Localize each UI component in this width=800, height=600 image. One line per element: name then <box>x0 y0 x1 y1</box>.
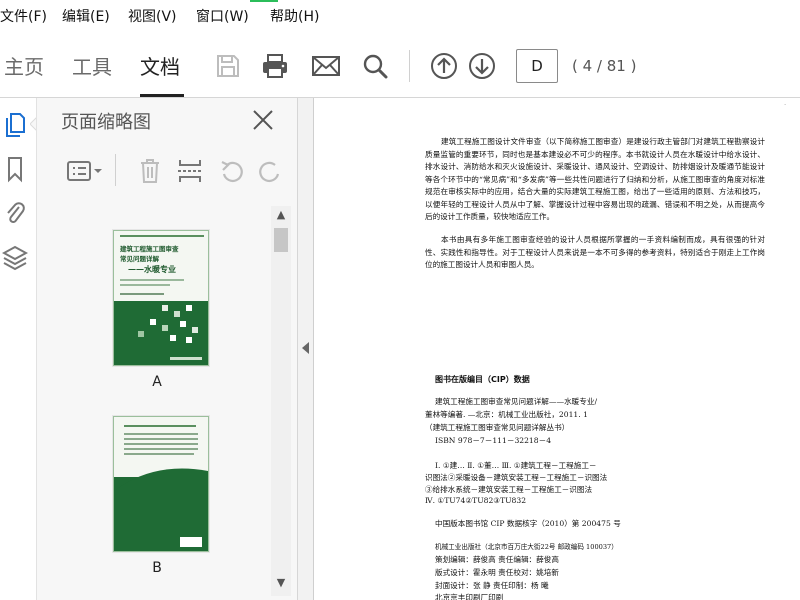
page-thumbnails-icon[interactable] <box>0 108 30 142</box>
cip-line: 中国版本图书馆 CIP 数据核字（2010）第 200475 号 <box>435 519 621 528</box>
menu-edit[interactable]: 编辑(E) <box>62 0 110 34</box>
cover-title-2: 常见问题详解 <box>120 255 159 263</box>
document-page: · 建筑工程施工图设计文件审查（以下简称施工图审查）是建设行政主管部门对建筑工程… <box>315 98 800 600</box>
cover-author-text <box>120 293 164 295</box>
cip-line: 董林等编著. —北京：机械工业出版社，2011. 1 <box>425 410 588 419</box>
tab-tools[interactable]: 工具 <box>72 34 112 98</box>
scroll-up-icon[interactable]: ▲ <box>271 206 291 224</box>
prev-page-icon[interactable] <box>426 48 462 84</box>
page-number-input[interactable] <box>516 49 558 83</box>
cip-title: 图书在版编目（CIP）数据 <box>435 375 530 384</box>
cip-line: Ⅰ. ①建… Ⅱ. ①董… Ⅲ. ①建筑工程－工程施工－ <box>435 461 597 470</box>
cover-publisher-text <box>170 357 202 360</box>
rotate-right-icon[interactable] <box>257 154 281 188</box>
thumbnail-page-a[interactable]: 建筑工程施工图审查 常见问题详解 ——水暖专业 <box>113 230 209 366</box>
navigation-rail <box>0 98 38 600</box>
cip-line: ③给排水系统－建筑安装工程－工程施工－识图法 <box>425 485 593 494</box>
menu-view[interactable]: 视图(V) <box>128 0 177 34</box>
cover-title-1: 建筑工程施工图审查 <box>120 245 179 253</box>
accent-line <box>250 0 278 2</box>
mail-icon[interactable] <box>308 48 344 84</box>
layers-icon[interactable] <box>0 240 30 274</box>
attachment-icon[interactable] <box>0 196 30 230</box>
delete-page-icon[interactable] <box>135 154 165 188</box>
scroll-down-icon[interactable]: ▼ <box>271 574 291 592</box>
print-icon[interactable] <box>257 48 293 84</box>
cip-line: 版式设计：霍永明 责任校对：姚培新 <box>435 568 559 577</box>
menu-help[interactable]: 帮助(H) <box>270 0 319 34</box>
thumbnail-options-icon[interactable] <box>65 154 105 188</box>
cip-line: 机械工业出版社（北京市百万庄大街22号 邮政编码 100037） <box>435 543 618 551</box>
tab-home[interactable]: 主页 <box>4 34 44 98</box>
cip-line: Ⅳ. ①TU74②TU82③TU832 <box>425 496 527 505</box>
cip-line: 封面设计：张 静 责任印制：杨 曦 <box>435 581 549 590</box>
close-icon[interactable] <box>251 108 275 132</box>
thumbnails-panel: 页面缩略图 建筑工程施工图审查 常见问题详解 ——水暖专业 A B ▲ ▼ <box>36 98 298 600</box>
tab-document[interactable]: 文档 <box>140 34 180 98</box>
page-count: ( 4 / 81 ) <box>572 57 637 75</box>
panel-splitter[interactable] <box>298 98 314 600</box>
thumbnail-page-b[interactable] <box>113 416 209 552</box>
thumbnail-scrollbar[interactable]: ▲ ▼ <box>271 206 291 596</box>
scroll-thumb[interactable] <box>274 228 288 252</box>
page-mark: · <box>784 102 786 109</box>
cip-line: ISBN 978－7－111－32218－4 <box>435 436 552 445</box>
save-icon[interactable] <box>210 48 246 84</box>
toolbar-divider <box>409 50 410 82</box>
cip-line: 识图法②采暖设备－建筑安装工程－工程施工－识图法 <box>425 473 608 482</box>
panel-tools-divider <box>115 154 116 186</box>
document-paragraph-1: 建筑工程施工图设计文件审查（以下简称施工图审查）是建设行政主管部门对建筑工程勘察… <box>425 137 765 221</box>
bookmark-icon[interactable] <box>0 152 30 186</box>
active-tab-underline <box>140 94 184 97</box>
cip-line: 建筑工程施工图审查常见问题详解——水暖专业/ <box>435 397 598 406</box>
extract-page-icon[interactable] <box>175 154 205 188</box>
next-page-icon[interactable] <box>464 48 500 84</box>
document-paragraph-2: 本书由具有多年施工图审查经验的设计人员根据所掌握的一手资料编制而成，具有很强的针… <box>425 235 765 269</box>
collapse-panel-icon[interactable] <box>302 342 309 354</box>
menu-window[interactable]: 窗口(W) <box>196 0 249 34</box>
cover-pinyin-text <box>120 279 184 281</box>
thumbnail-toolbar <box>37 146 299 196</box>
cover-pinyin-text-2 <box>120 284 170 286</box>
menu-bar: 文件(F) 编辑(E) 视图(V) 窗口(W) 帮助(H) <box>0 0 800 34</box>
cip-line: 北京京丰印刷厂印刷 <box>435 593 504 600</box>
menu-file[interactable]: 文件(F) <box>0 0 47 34</box>
thumbnail-label-b: B <box>152 560 162 576</box>
search-icon[interactable] <box>357 48 393 84</box>
panel-title: 页面缩略图 <box>61 112 151 133</box>
toolbar: 主页 工具 文档 ( 4 / 81 ) <box>0 34 800 98</box>
cip-line: 策划编辑：薛俊高 责任编辑：薛俊高 <box>435 555 559 564</box>
cover-subtitle: ——水暖专业 <box>128 264 176 274</box>
barcode <box>180 537 202 547</box>
thumbnail-label-a: A <box>152 374 162 390</box>
cover-series-text <box>120 235 204 237</box>
rotate-left-icon[interactable] <box>217 154 247 188</box>
cip-line: （建筑工程施工图审查常见问题详解丛书） <box>425 423 570 432</box>
back-cover-curve <box>114 468 208 501</box>
thumbnail-list: 建筑工程施工图审查 常见问题详解 ——水暖专业 A B <box>37 204 277 600</box>
